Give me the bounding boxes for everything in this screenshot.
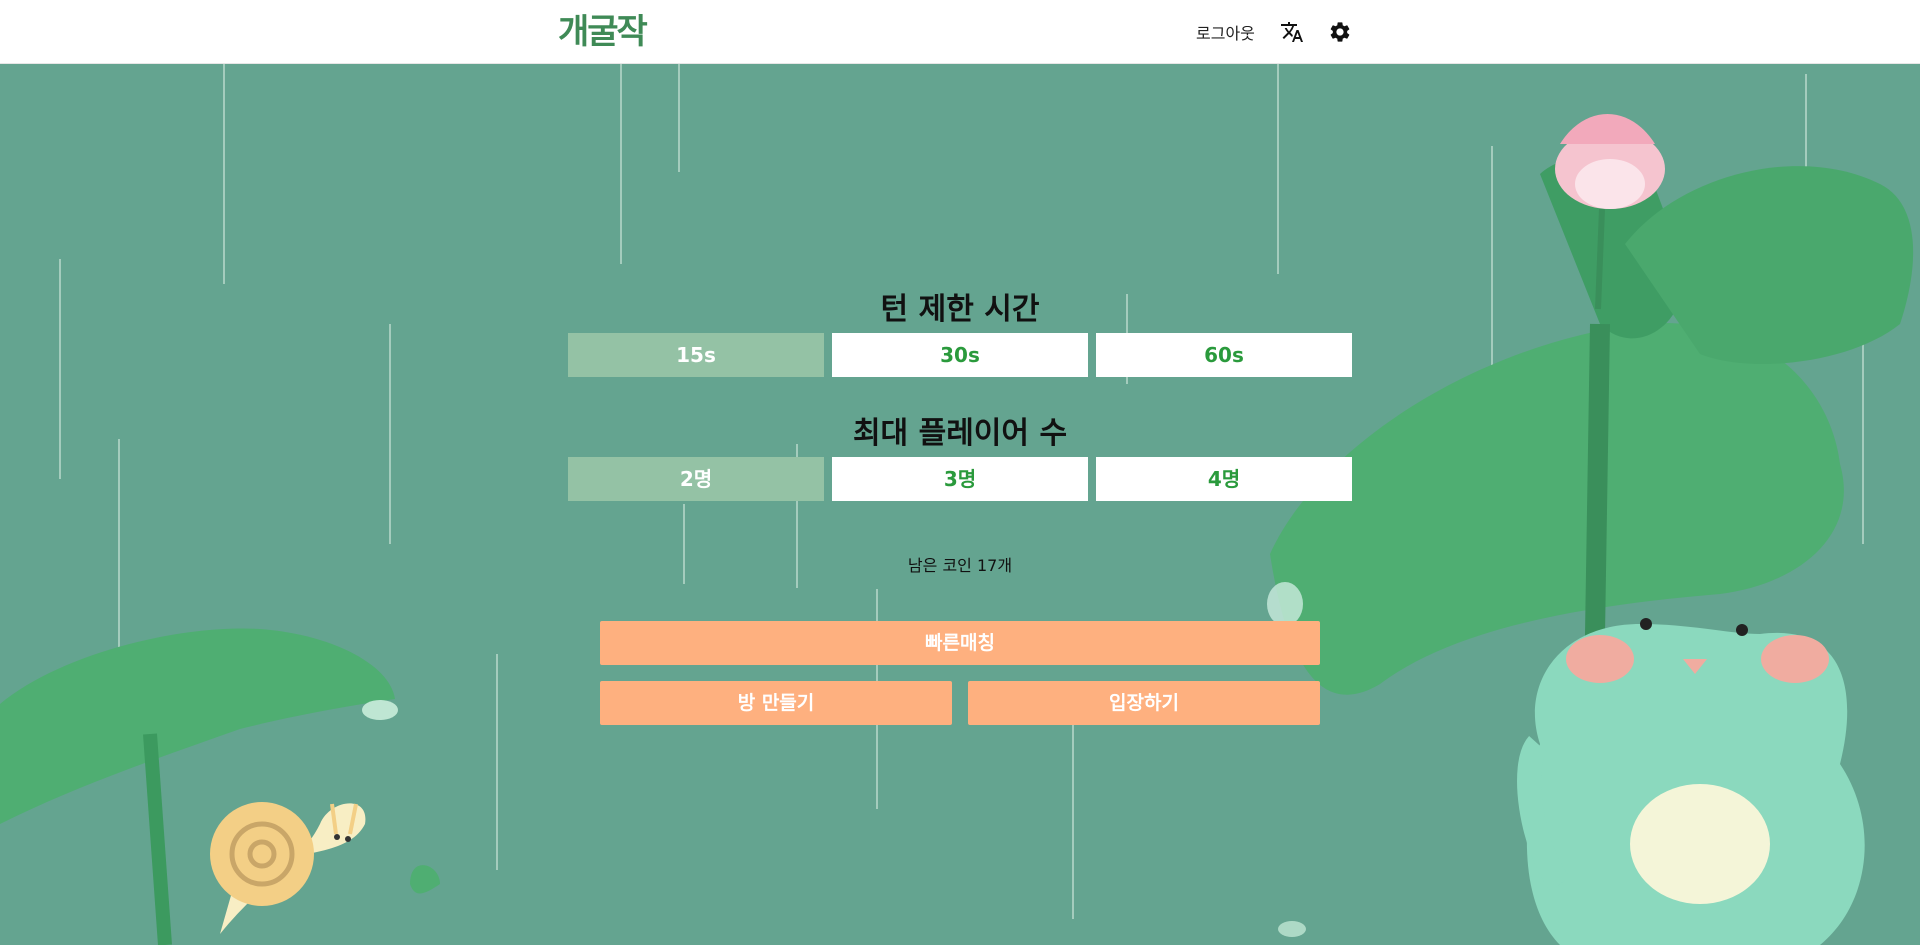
translate-icon[interactable] [1280, 20, 1304, 44]
quick-match-button[interactable]: 빠른매칭 [600, 621, 1320, 665]
game-settings-panel: 턴 제한 시간 15s 30s 60s 최대 플레이어 수 2명 3명 4명 남… [0, 0, 1920, 945]
max-players-option-3[interactable]: 3명 [832, 457, 1088, 501]
gear-icon[interactable] [1328, 20, 1352, 44]
max-players-title: 최대 플레이어 수 [852, 416, 1068, 451]
max-players-option-4[interactable]: 4명 [1096, 457, 1352, 501]
create-room-button[interactable]: 방 만들기 [600, 681, 952, 725]
max-players-option-2[interactable]: 2명 [568, 457, 824, 501]
turn-time-option-30s[interactable]: 30s [832, 333, 1088, 377]
top-navbar: 개굴작 로그아웃 [0, 0, 1920, 64]
turn-time-option-15s[interactable]: 15s [568, 333, 824, 377]
turn-time-title: 턴 제한 시간 [880, 292, 1040, 327]
logout-link[interactable]: 로그아웃 [1196, 20, 1255, 44]
app-logo[interactable]: 개굴작 [558, 12, 648, 52]
turn-time-option-60s[interactable]: 60s [1096, 333, 1352, 377]
join-room-button[interactable]: 입장하기 [968, 681, 1320, 725]
remaining-coins-text: 남은 코인 17개 [907, 556, 1013, 575]
